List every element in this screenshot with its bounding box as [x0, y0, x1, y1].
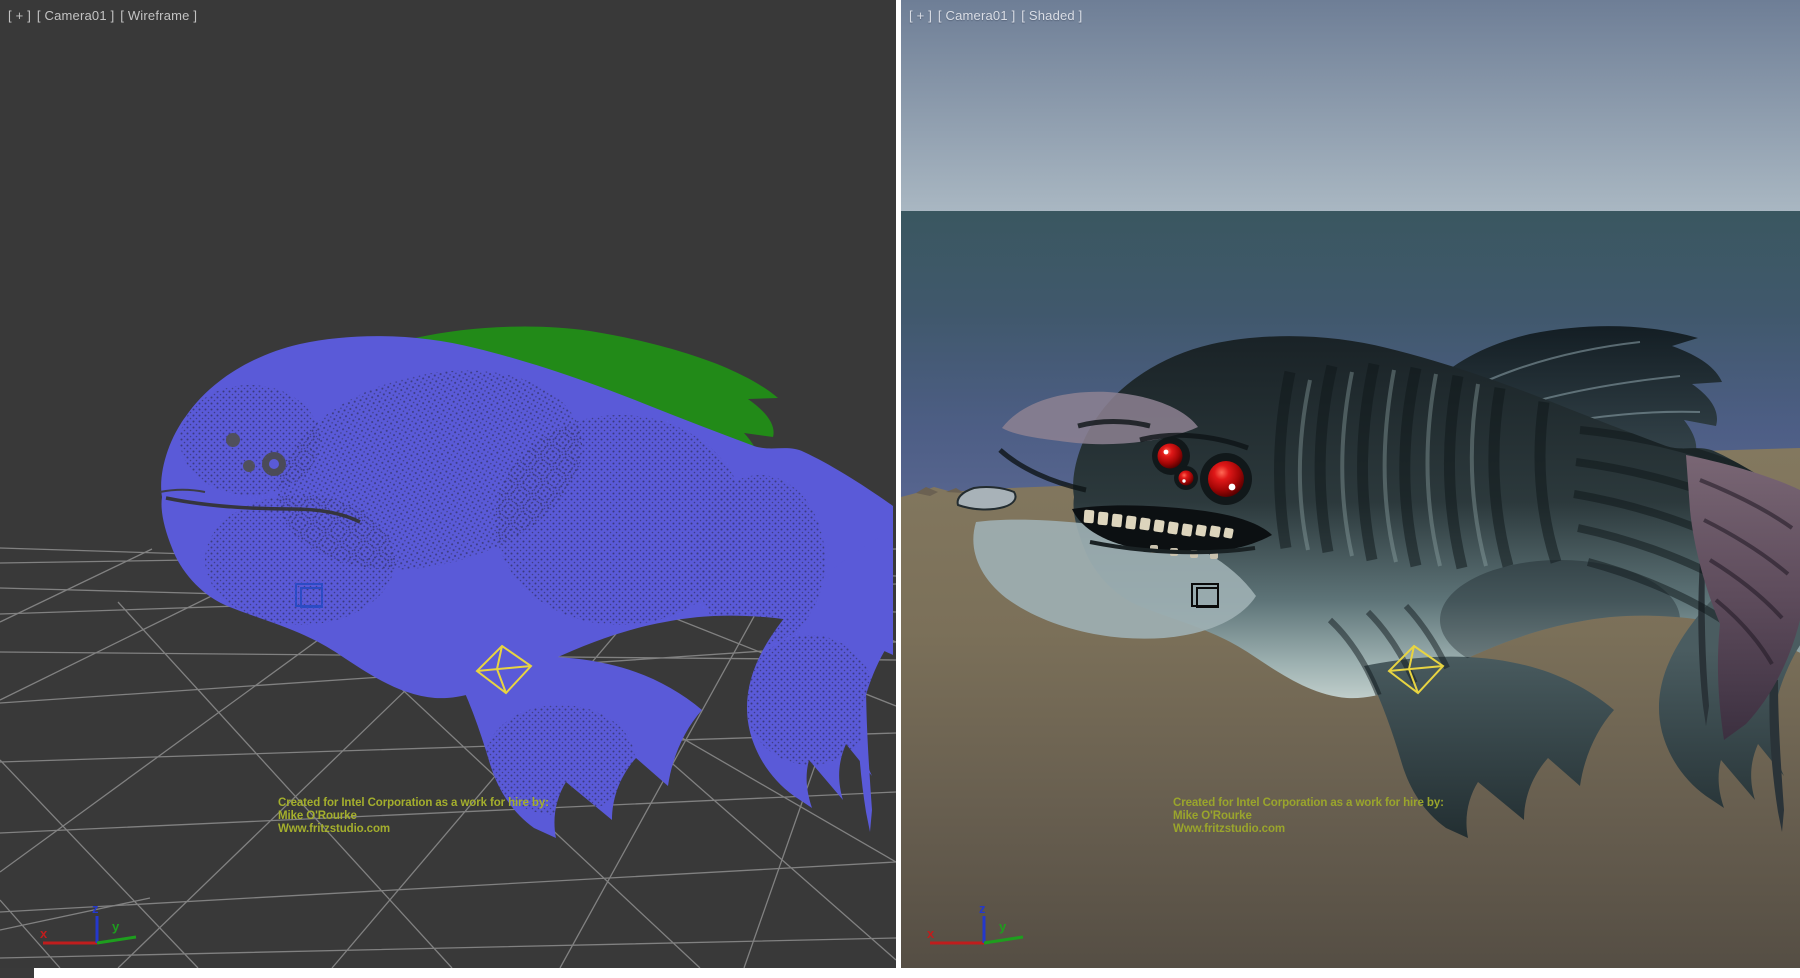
watermark-text: Created for Intel Corporation as a work …: [278, 797, 549, 836]
fish-lip-shaded: [958, 487, 1016, 509]
bottom-left-notch: [0, 968, 34, 978]
axis-x-label: x: [927, 926, 935, 941]
viewport-general-menu[interactable]: [ + ]: [909, 8, 932, 23]
eye-large-highlight: [1229, 484, 1236, 491]
viewport-general-menu[interactable]: [ + ]: [8, 8, 31, 23]
eye-small-highlight: [1182, 479, 1185, 482]
viewport-pov-menu[interactable]: [ Camera01 ]: [938, 8, 1016, 23]
eye-large: [1208, 461, 1244, 497]
wireframe-speckle-texture: [180, 340, 875, 815]
axis-y-label: y: [999, 919, 1007, 934]
watermark-text: Created for Intel Corporation as a work …: [1173, 797, 1444, 836]
viewport-wireframe[interactable]: x z y [ + ] [ Camera01 ] [ Wireframe ] C…: [0, 0, 896, 968]
viewport-splitter[interactable]: [896, 0, 901, 968]
viewport-label-right: [ + ] [ Camera01 ] [ Shaded ]: [909, 8, 1085, 23]
viewport-label-left: [ + ] [ Camera01 ] [ Wireframe ]: [8, 8, 199, 23]
viewport-shaded[interactable]: x z y [ + ] [ Camera01 ] [ Shaded ] Crea…: [901, 0, 1800, 968]
viewport-shading-menu[interactable]: [ Wireframe ]: [120, 8, 197, 23]
bottom-border: [0, 968, 1800, 978]
eye-mid-highlight: [1164, 450, 1169, 455]
axis-z-label: z: [92, 901, 99, 916]
viewport-shading-menu[interactable]: [ Shaded ]: [1021, 8, 1082, 23]
fish-eye-spot-3-center: [269, 459, 279, 469]
axis-y-label: y: [112, 919, 120, 934]
axis-x-label: x: [40, 926, 48, 941]
dual-viewport-stage: x z y [ + ] [ Camera01 ] [ Wireframe ] C…: [0, 0, 1800, 978]
eye-small: [1179, 471, 1194, 486]
fish-eye-spot-2: [243, 460, 255, 472]
fish-model-wireframe[interactable]: [160, 327, 893, 838]
axis-z-label: z: [979, 901, 986, 916]
eye-mid: [1158, 444, 1183, 469]
sky-backdrop: [901, 0, 1800, 211]
viewport-pov-menu[interactable]: [ Camera01 ]: [37, 8, 115, 23]
fish-eye-spot-1: [226, 433, 240, 447]
